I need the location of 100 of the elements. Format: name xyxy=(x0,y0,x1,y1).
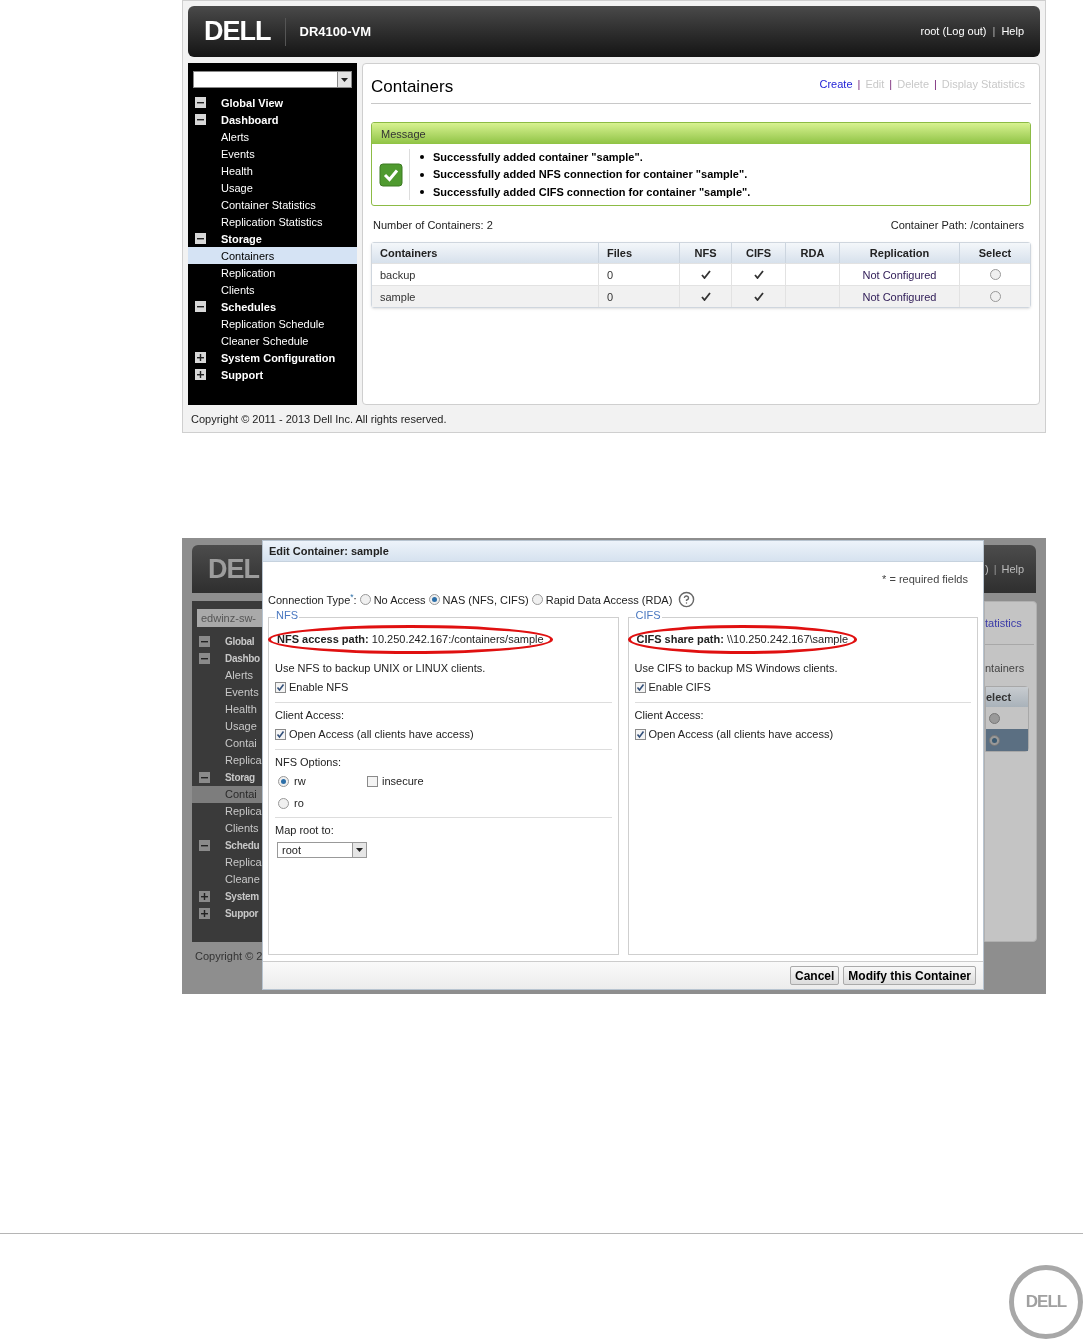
radio-label[interactable]: No Access xyxy=(373,591,426,609)
message-text: Successfully added container "sample". xyxy=(433,149,643,165)
tree-item[interactable]: Cleaner Schedule xyxy=(221,332,309,350)
collapse-icon[interactable] xyxy=(195,301,206,313)
link-separator: | xyxy=(857,76,861,92)
column-header: RDA xyxy=(800,246,825,262)
container-path: ntainers xyxy=(985,660,1026,676)
radio-button[interactable] xyxy=(989,291,1001,303)
field-label: Map root to: xyxy=(275,823,335,839)
bullet-icon xyxy=(420,155,424,160)
tree-item[interactable]: Global View xyxy=(221,94,284,112)
checkmark-icon xyxy=(753,270,764,280)
radio-button[interactable] xyxy=(428,594,440,606)
checkbox[interactable] xyxy=(275,682,286,694)
copyright-text: Copyright © 2011 - 2013 Dell Inc. All rights reserved. xyxy=(190,411,448,427)
header-link[interactable]: root (Log out) xyxy=(920,23,987,40)
tree-item[interactable]: Replication xyxy=(221,264,276,282)
tree-item[interactable]: Dashbo xyxy=(225,651,260,666)
table-cell-text: backup xyxy=(380,267,416,283)
tree-item[interactable]: Replica xyxy=(225,803,262,820)
collapse-icon[interactable] xyxy=(195,97,206,109)
radio-button[interactable] xyxy=(989,712,1000,724)
copyright-text: Copyright © 2 xyxy=(194,949,262,964)
checkbox-label[interactable]: Open Access (all clients have access) xyxy=(648,726,834,743)
checkbox-label[interactable]: Enable CIFS xyxy=(648,679,711,696)
tree-item[interactable]: Container Statistics xyxy=(221,196,316,214)
header-link[interactable]: Help xyxy=(1001,560,1025,578)
tree-item[interactable]: Storage xyxy=(221,230,262,248)
tree-item[interactable]: Schedules xyxy=(221,298,277,316)
checkbox[interactable] xyxy=(367,776,378,788)
tree-item[interactable]: Usage xyxy=(221,179,253,197)
radio-label[interactable]: NAS (NFS, CIFS) xyxy=(442,591,529,609)
table-cell-text: sample xyxy=(380,289,416,305)
bullet-icon xyxy=(420,190,424,195)
logo: DEL xyxy=(208,555,259,583)
select-field[interactable]: root xyxy=(277,841,367,858)
checkbox[interactable] xyxy=(634,682,646,694)
dialog-button[interactable]: Modify this Container xyxy=(843,966,976,986)
tree-item[interactable]: Health xyxy=(225,701,257,718)
expand-icon[interactable] xyxy=(195,369,206,381)
action-link[interactable]: tatistics xyxy=(985,615,1036,632)
tree-item[interactable]: Schedu xyxy=(225,838,260,853)
radio-button[interactable] xyxy=(989,269,1001,281)
tree-item[interactable]: Support xyxy=(221,366,264,384)
radio-label[interactable]: ro xyxy=(294,794,304,812)
dialog-title: Edit Container: sample xyxy=(269,543,389,559)
radio-button[interactable] xyxy=(359,594,371,606)
tree-item[interactable]: Health xyxy=(221,162,253,180)
field-label: Use NFS to backup UNIX or LINUX clients. xyxy=(275,660,487,676)
tree-item[interactable]: Replication Schedule xyxy=(221,315,325,333)
expand-icon[interactable] xyxy=(195,352,206,364)
tree-item[interactable]: Usage xyxy=(225,718,257,735)
tree-item[interactable]: Events xyxy=(221,145,255,163)
tree-item[interactable]: System xyxy=(225,889,259,904)
radio-label[interactable]: Rapid Data Access (RDA) xyxy=(545,591,673,609)
success-check-icon xyxy=(378,162,403,187)
collapse-icon[interactable] xyxy=(195,114,206,126)
dropdown[interactable] xyxy=(193,71,352,89)
radio-button[interactable] xyxy=(531,594,543,606)
tree-item[interactable]: Cleane xyxy=(225,871,260,888)
tree-item[interactable]: System Configuration xyxy=(221,349,336,367)
tree-item[interactable]: Suppor xyxy=(225,906,259,921)
container-path: Container Path: /containers xyxy=(890,217,1025,233)
tree-item[interactable]: Storag xyxy=(225,770,255,785)
tree-item[interactable]: Contai xyxy=(225,735,257,752)
header-link[interactable]: Help xyxy=(1001,23,1024,40)
checkbox-label[interactable]: insecure xyxy=(382,773,424,790)
tree-item[interactable]: Replication Statistics xyxy=(221,213,323,231)
column-header: NFS xyxy=(694,246,717,262)
collapse-icon[interactable] xyxy=(195,233,206,245)
radio-button[interactable] xyxy=(989,734,1000,746)
table-cell-text: Not Configured xyxy=(862,267,937,283)
link-separator: | xyxy=(992,561,998,577)
radio-label[interactable]: rw xyxy=(294,773,306,790)
checkbox[interactable] xyxy=(634,729,646,741)
tree-item[interactable]: Replica xyxy=(225,752,262,769)
tree-item[interactable]: Global xyxy=(225,634,255,649)
tree-item[interactable]: Alerts xyxy=(221,128,250,146)
checkbox-label[interactable]: Open Access (all clients have access) xyxy=(289,726,474,743)
help-icon[interactable] xyxy=(678,591,696,609)
tree-item[interactable]: Clients xyxy=(221,281,255,299)
fieldset-legend: CIFS xyxy=(634,610,662,622)
column-header: Select xyxy=(978,246,1012,262)
message-title: Message xyxy=(381,126,426,142)
radio-button[interactable] xyxy=(278,797,289,809)
header-link[interactable]: ) xyxy=(985,560,989,578)
radio-button[interactable] xyxy=(278,776,289,788)
checkbox-label[interactable]: Enable NFS xyxy=(289,679,349,696)
tree-item[interactable]: Dashboard xyxy=(221,111,279,129)
fieldset-legend: NFS xyxy=(275,610,299,622)
tree-item[interactable]: Clients xyxy=(225,820,259,837)
logo: DELL xyxy=(1009,1265,1083,1339)
checkbox[interactable] xyxy=(275,729,286,741)
action-link[interactable]: Create xyxy=(819,75,853,93)
tree-item[interactable]: Events xyxy=(225,684,259,701)
tree-item[interactable]: Replica xyxy=(225,854,262,871)
message-text: Successfully added CIFS connection for container "sample". xyxy=(433,184,751,200)
dialog-button[interactable]: Cancel xyxy=(789,966,840,986)
tree-item[interactable]: Alerts xyxy=(225,667,254,684)
checkmark-icon xyxy=(700,292,711,302)
